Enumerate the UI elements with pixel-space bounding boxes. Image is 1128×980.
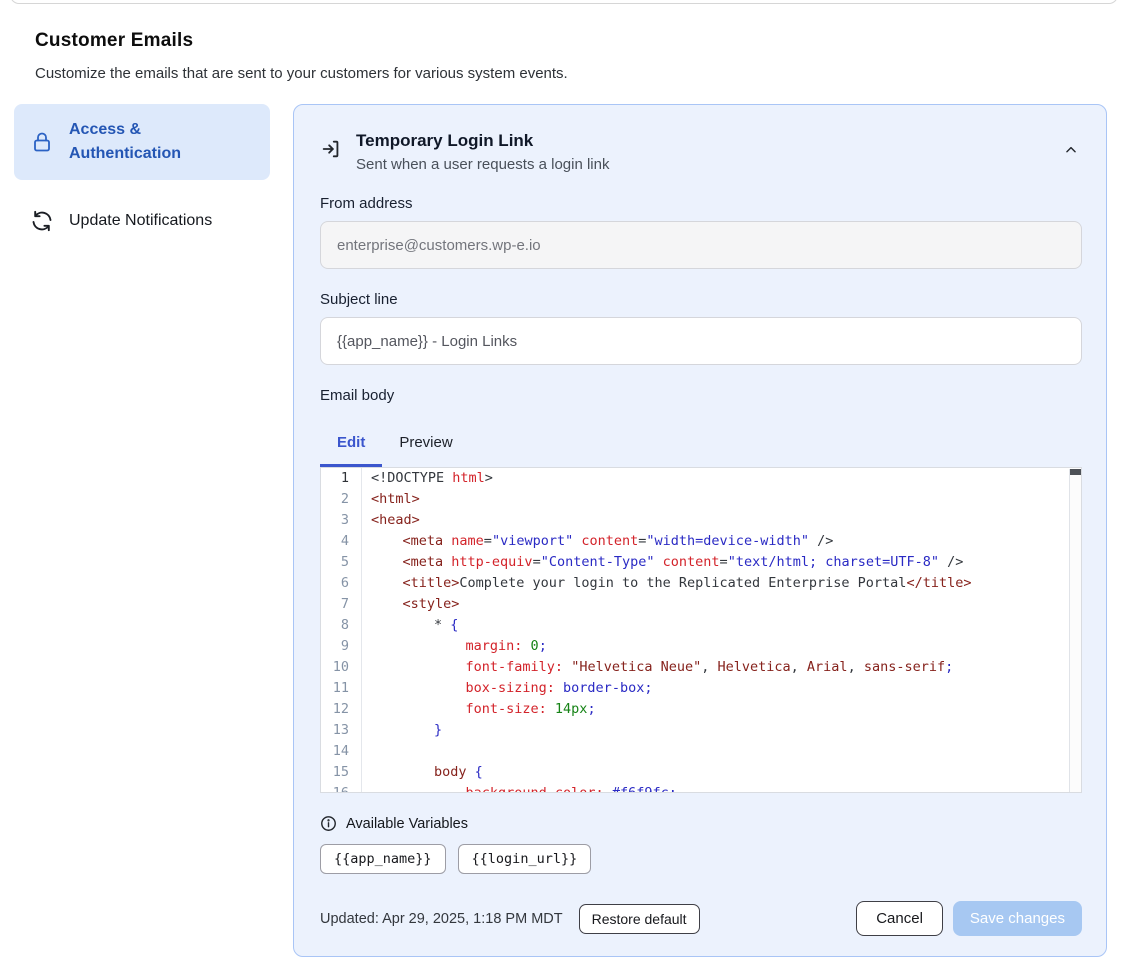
panel-footer: Updated: Apr 29, 2025, 1:18 PM MDT Resto… xyxy=(320,901,1082,936)
code-line: 2<html> xyxy=(321,489,1081,510)
line-number: 7 xyxy=(321,594,361,615)
variable-chip-app_name[interactable]: {{app_name}} xyxy=(320,844,446,874)
restore-default-button[interactable]: Restore default xyxy=(579,904,700,934)
line-number: 6 xyxy=(321,573,361,594)
page-title: Customer Emails xyxy=(35,30,1093,52)
code-text: body { xyxy=(361,762,1081,783)
tab-edit[interactable]: Edit xyxy=(320,424,382,467)
email-body-label: Email body xyxy=(320,387,1082,404)
line-number: 4 xyxy=(321,531,361,552)
save-changes-button[interactable]: Save changes xyxy=(953,901,1082,936)
code-text: box-sizing: border-box; xyxy=(361,678,1081,699)
sidebar-item-access-authentication[interactable]: Access & Authentication xyxy=(14,104,270,180)
subject-line-input[interactable] xyxy=(320,317,1082,365)
from-address-label: From address xyxy=(320,195,1082,212)
code-line: 11box-sizing: border-box; xyxy=(321,678,1081,699)
email-settings-panel: Temporary Login Link Sent when a user re… xyxy=(293,104,1107,957)
refresh-icon xyxy=(30,209,54,233)
line-number: 1 xyxy=(321,468,361,489)
panel-subtitle: Sent when a user requests a login link xyxy=(356,156,1046,173)
code-editor[interactable]: 1<!DOCTYPE html>2<html>3<head>4<meta nam… xyxy=(320,467,1082,793)
code-text: font-size: 14px; xyxy=(361,699,1081,720)
code-line: 8* { xyxy=(321,615,1081,636)
line-number: 10 xyxy=(321,657,361,678)
code-text: } xyxy=(361,720,1081,741)
code-line: 16background-color: #f6f9fc; xyxy=(321,783,1081,793)
editor-scrollbar-thumb[interactable] xyxy=(1070,469,1081,475)
subject-line-label: Subject line xyxy=(320,291,1082,308)
line-number: 2 xyxy=(321,489,361,510)
code-text: <meta http-equiv="Content-Type" content=… xyxy=(361,552,1081,573)
sidebar-item-update-notifications[interactable]: Update Notifications xyxy=(14,196,270,246)
code-text: <title>Complete your login to the Replic… xyxy=(361,573,1081,594)
code-line: 7<style> xyxy=(321,594,1081,615)
sidebar-item-label: Update Notifications xyxy=(69,209,212,233)
sidebar-item-label: Access & Authentication xyxy=(69,118,254,166)
line-number: 15 xyxy=(321,762,361,783)
variable-chip-login_url[interactable]: {{login_url}} xyxy=(458,844,592,874)
code-line: 14 xyxy=(321,741,1081,762)
code-line: 1<!DOCTYPE html> xyxy=(321,468,1081,489)
line-number: 5 xyxy=(321,552,361,573)
variable-chips: {{app_name}} {{login_url}} xyxy=(320,844,1082,874)
panel-title: Temporary Login Link xyxy=(356,131,1046,151)
panel-header: Temporary Login Link Sent when a user re… xyxy=(320,131,1082,173)
code-text: <html> xyxy=(361,489,1081,510)
code-line: 6<title>Complete your login to the Repli… xyxy=(321,573,1081,594)
updated-timestamp: Updated: Apr 29, 2025, 1:18 PM MDT xyxy=(320,911,563,927)
tab-preview[interactable]: Preview xyxy=(382,424,469,467)
chevron-up-icon xyxy=(1064,143,1078,157)
code-line: 15body { xyxy=(321,762,1081,783)
sidebar: Access & Authentication Update Notificati… xyxy=(14,104,270,246)
collapse-button[interactable] xyxy=(1060,139,1082,161)
code-text: <head> xyxy=(361,510,1081,531)
code-text: background-color: #f6f9fc; xyxy=(361,783,1081,793)
available-variables-label: Available Variables xyxy=(346,816,468,832)
code-text: <meta name="viewport" content="width=dev… xyxy=(361,531,1081,552)
code-line: 13} xyxy=(321,720,1081,741)
line-number: 8 xyxy=(321,615,361,636)
line-number: 11 xyxy=(321,678,361,699)
code-line: 9margin: 0; xyxy=(321,636,1081,657)
code-lines: 1<!DOCTYPE html>2<html>3<head>4<meta nam… xyxy=(321,468,1081,793)
info-icon xyxy=(320,815,337,832)
page-subtitle: Customize the emails that are sent to yo… xyxy=(35,65,1093,82)
login-icon xyxy=(320,138,342,160)
editor-tabs: EditPreview xyxy=(320,424,1082,467)
code-text: * { xyxy=(361,615,1081,636)
code-text: font-family: "Helvetica Neue", Helvetica… xyxy=(361,657,1081,678)
code-text: margin: 0; xyxy=(361,636,1081,657)
code-line: 5<meta http-equiv="Content-Type" content… xyxy=(321,552,1081,573)
line-number: 3 xyxy=(321,510,361,531)
line-number: 13 xyxy=(321,720,361,741)
previous-card-bottom-edge xyxy=(10,0,1118,4)
from-address-input[interactable] xyxy=(320,221,1082,269)
code-text: <!DOCTYPE html> xyxy=(361,468,1081,489)
code-line: 10font-family: "Helvetica Neue", Helveti… xyxy=(321,657,1081,678)
line-number: 14 xyxy=(321,741,361,762)
cancel-button[interactable]: Cancel xyxy=(856,901,943,936)
lock-icon xyxy=(30,130,54,154)
page-header: Customer Emails Customize the emails tha… xyxy=(0,0,1128,82)
line-number: 9 xyxy=(321,636,361,657)
code-text xyxy=(361,741,1081,762)
line-number: 16 xyxy=(321,783,361,793)
line-number: 12 xyxy=(321,699,361,720)
code-line: 12font-size: 14px; xyxy=(321,699,1081,720)
code-line: 4<meta name="viewport" content="width=de… xyxy=(321,531,1081,552)
editor-scrollbar-track[interactable] xyxy=(1069,469,1081,792)
code-line: 3<head> xyxy=(321,510,1081,531)
code-text: <style> xyxy=(361,594,1081,615)
